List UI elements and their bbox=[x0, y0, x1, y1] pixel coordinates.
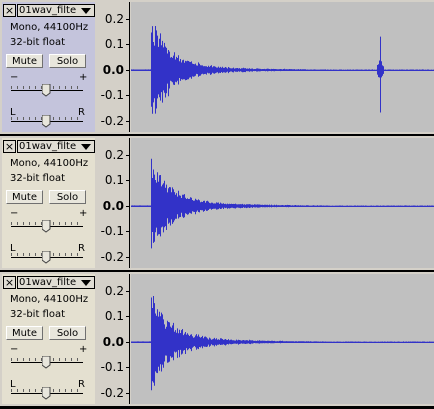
pan-slider-thumb[interactable] bbox=[42, 387, 51, 400]
close-icon: × bbox=[4, 140, 15, 153]
vertical-ruler: 0.2 0.1 0.0 -0.1 -0.2 bbox=[96, 2, 130, 132]
ruler-tick-label: -0.1 bbox=[100, 224, 124, 238]
ruler-tick-mark bbox=[126, 121, 129, 122]
track-name: 01wav_filte bbox=[19, 5, 77, 16]
ruler-tick-mark bbox=[126, 95, 129, 96]
track-format-info: 32-bit float bbox=[10, 309, 66, 320]
gain-slider-thumb[interactable] bbox=[42, 220, 51, 233]
gain-minus-label: − bbox=[10, 344, 19, 355]
ruler-tick-mark bbox=[126, 19, 129, 20]
audio-track[interactable]: × 01wav_filte Mono, 44100Hz 32-bit float… bbox=[0, 136, 434, 270]
waveform-path bbox=[131, 158, 434, 249]
dropdown-arrow-icon bbox=[81, 8, 91, 14]
solo-button[interactable]: Solo bbox=[49, 190, 86, 204]
gain-plus-label: + bbox=[79, 72, 88, 83]
waveform-path bbox=[131, 26, 434, 114]
track-name: 01wav_filte bbox=[19, 277, 77, 288]
ruler-tick-label: 0.1 bbox=[104, 37, 124, 51]
track-name-menu[interactable]: 01wav_filte bbox=[17, 4, 95, 17]
ruler-tick-mark bbox=[126, 342, 129, 343]
track-control-panel[interactable]: × 01wav_filte Mono, 44100Hz 32-bit float… bbox=[2, 274, 95, 404]
mute-button[interactable]: Mute bbox=[6, 190, 43, 204]
ruler-tick-label: 0.2 bbox=[104, 12, 124, 26]
audio-track[interactable]: × 01wav_filte Mono, 44100Hz 32-bit float… bbox=[0, 0, 434, 134]
track-rate-info: Mono, 44100Hz bbox=[10, 158, 89, 169]
close-icon: × bbox=[4, 4, 15, 17]
waveform bbox=[131, 158, 434, 249]
close-track-button[interactable]: × bbox=[3, 140, 16, 153]
ruler-tick-mark bbox=[126, 367, 129, 368]
track-rate-info: Mono, 44100Hz bbox=[10, 22, 89, 33]
waveform-area[interactable] bbox=[131, 2, 434, 132]
waveform-path bbox=[131, 296, 434, 391]
track-name-menu[interactable]: 01wav_filte bbox=[17, 140, 95, 153]
ruler-tick-label: 0.0 bbox=[102, 199, 124, 213]
track-format-info: 32-bit float bbox=[10, 173, 66, 184]
ruler-tick-label: -0.1 bbox=[100, 88, 124, 102]
pan-slider-thumb[interactable] bbox=[42, 115, 51, 128]
ruler-tick-label: 0.0 bbox=[102, 335, 124, 349]
ruler-tick-label: 0.1 bbox=[104, 309, 124, 323]
track-name-menu[interactable]: 01wav_filte bbox=[17, 276, 95, 289]
ruler-tick-label: 0.0 bbox=[102, 63, 124, 77]
mute-button[interactable]: Mute bbox=[6, 326, 43, 340]
vertical-ruler: 0.2 0.1 0.0 -0.1 -0.2 bbox=[96, 138, 130, 268]
close-icon: × bbox=[4, 276, 15, 289]
waveform-area[interactable] bbox=[131, 138, 434, 268]
gain-plus-label: + bbox=[79, 208, 88, 219]
track-rate-info: Mono, 44100Hz bbox=[10, 294, 89, 305]
track-format-info: 32-bit float bbox=[10, 37, 66, 48]
gain-minus-label: − bbox=[10, 72, 19, 83]
ruler-tick-label: -0.2 bbox=[100, 114, 124, 128]
ruler-tick-mark bbox=[126, 155, 129, 156]
dropdown-arrow-icon bbox=[81, 280, 91, 286]
vertical-ruler: 0.2 0.1 0.0 -0.1 -0.2 bbox=[96, 274, 130, 404]
gain-slider-thumb[interactable] bbox=[42, 356, 51, 369]
track-control-panel[interactable]: × 01wav_filte Mono, 44100Hz 32-bit float… bbox=[2, 138, 95, 268]
dropdown-arrow-icon bbox=[81, 144, 91, 150]
close-track-button[interactable]: × bbox=[3, 276, 16, 289]
gain-plus-label: + bbox=[79, 344, 88, 355]
ruler-tick-label: 0.2 bbox=[104, 284, 124, 298]
gain-minus-label: − bbox=[10, 208, 19, 219]
solo-button[interactable]: Solo bbox=[49, 54, 86, 68]
waveform-area[interactable] bbox=[131, 274, 434, 404]
ruler-tick-mark bbox=[126, 257, 129, 258]
close-track-button[interactable]: × bbox=[3, 4, 16, 17]
ruler-tick-mark bbox=[126, 231, 129, 232]
waveform bbox=[131, 26, 434, 114]
ruler-tick-label: 0.2 bbox=[104, 148, 124, 162]
ruler-tick-mark bbox=[126, 393, 129, 394]
audio-track[interactable]: × 01wav_filte Mono, 44100Hz 32-bit float… bbox=[0, 272, 434, 406]
ruler-tick-mark bbox=[126, 291, 129, 292]
ruler-tick-label: 0.1 bbox=[104, 173, 124, 187]
ruler-tick-label: -0.2 bbox=[100, 386, 124, 400]
gain-slider-thumb[interactable] bbox=[42, 84, 51, 97]
ruler-tick-mark bbox=[126, 316, 129, 317]
track-control-panel[interactable]: × 01wav_filte Mono, 44100Hz 32-bit float… bbox=[2, 2, 95, 132]
ruler-tick-label: -0.2 bbox=[100, 250, 124, 264]
waveform bbox=[131, 296, 434, 391]
ruler-tick-mark bbox=[126, 206, 129, 207]
pan-slider-thumb[interactable] bbox=[42, 251, 51, 264]
ruler-tick-mark bbox=[126, 44, 129, 45]
ruler-tick-mark bbox=[126, 70, 129, 71]
ruler-tick-label: -0.1 bbox=[100, 360, 124, 374]
track-name: 01wav_filte bbox=[19, 141, 77, 152]
mute-button[interactable]: Mute bbox=[6, 54, 43, 68]
solo-button[interactable]: Solo bbox=[49, 326, 86, 340]
ruler-tick-mark bbox=[126, 180, 129, 181]
